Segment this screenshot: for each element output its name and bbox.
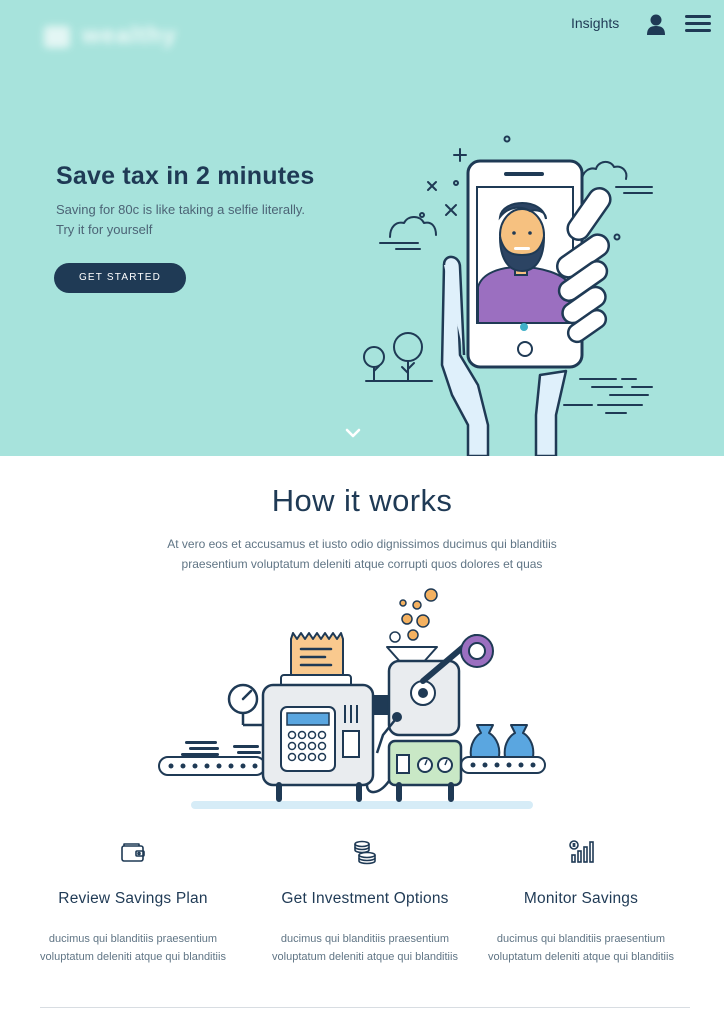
brand-logo[interactable]: wealthy bbox=[40, 18, 190, 54]
feature-title: Get Investment Options bbox=[281, 890, 449, 907]
user-icon[interactable] bbox=[643, 12, 669, 38]
selfie-phone-illustration bbox=[363, 135, 653, 456]
hamburger-menu-icon[interactable] bbox=[684, 12, 712, 38]
feature-monitor-savings: Monitor Savings ducimus qui blanditiis p… bbox=[486, 838, 676, 966]
feature-description: ducimus qui blanditiis praesentium volup… bbox=[272, 933, 458, 963]
brand-logo-mark bbox=[44, 26, 70, 48]
nav-link-insights[interactable]: Insights bbox=[571, 15, 619, 31]
coins-stack-icon bbox=[354, 840, 376, 865]
brand-logo-text: wealthy bbox=[82, 22, 178, 49]
feature-get-investment-options: Get Investment Options ducimus qui bland… bbox=[270, 838, 460, 966]
feature-title: Review Savings Plan bbox=[58, 890, 208, 907]
hero-section: wealthy Insights Save tax in 2 minutes S… bbox=[0, 0, 724, 456]
get-started-button[interactable]: GET STARTED bbox=[54, 263, 186, 293]
feature-review-savings-plan: Review Savings Plan ducimus qui blanditi… bbox=[38, 838, 228, 966]
how-it-works-description: At vero eos et accusamus et iusto odio d… bbox=[167, 537, 557, 571]
growth-chart-icon bbox=[569, 840, 594, 863]
feature-description: ducimus qui blanditiis praesentium volup… bbox=[40, 933, 226, 963]
wallet-icon bbox=[121, 843, 145, 862]
feature-description: ducimus qui blanditiis praesentium volup… bbox=[488, 933, 674, 963]
feature-title: Monitor Savings bbox=[523, 890, 639, 907]
how-it-works-title: How it works bbox=[271, 483, 453, 518]
hero-subtitle: Saving for 80c is like taking a selfie l… bbox=[56, 202, 306, 237]
footer-divider bbox=[40, 1007, 690, 1008]
hero-title: Save tax in 2 minutes bbox=[56, 162, 315, 190]
savings-machine-illustration bbox=[158, 588, 546, 809]
